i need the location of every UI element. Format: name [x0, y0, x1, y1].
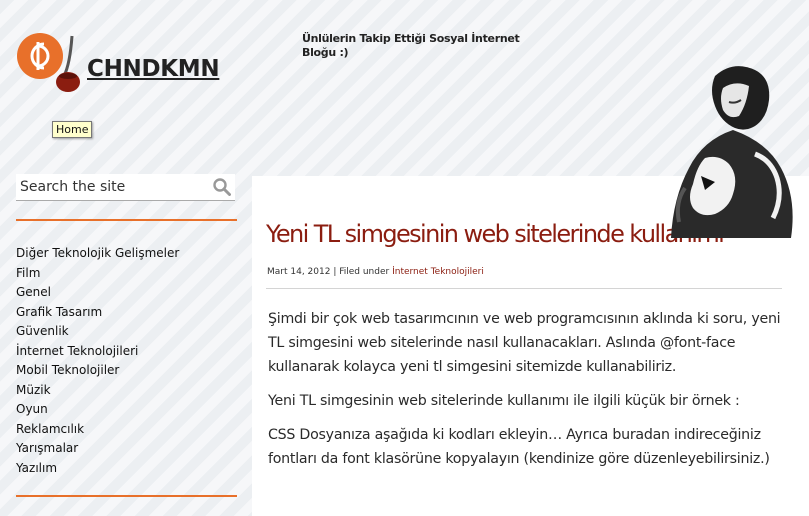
- search-box: [16, 174, 235, 201]
- sidebar-divider-bottom: [16, 495, 237, 497]
- category-item[interactable]: İnternet Teknolojileri: [16, 342, 179, 362]
- site-tagline: Ünlülerin Takip Ettiği Sosyal İnternet B…: [302, 32, 520, 59]
- post-paragraph: Şimdi bir çok web tasarımcının ve web pr…: [268, 311, 781, 375]
- category-item[interactable]: Yazılım: [16, 459, 179, 479]
- category-item[interactable]: Yarışmalar: [16, 439, 179, 459]
- category-item[interactable]: Mobil Teknolojiler: [16, 361, 179, 381]
- sidebar-divider-top: [16, 219, 237, 221]
- search-input[interactable]: [20, 177, 205, 197]
- meta-divider: [266, 288, 782, 289]
- post-meta: Mart 14, 2012 | Filed under İnternet Tek…: [267, 267, 484, 277]
- category-item[interactable]: Grafik Tasarım: [16, 303, 179, 323]
- header-person-illustration: [671, 66, 793, 238]
- search-icon[interactable]: [213, 178, 231, 196]
- site-logo[interactable]: CHNDKMN: [16, 30, 220, 100]
- category-item[interactable]: Diğer Teknolojik Gelişmeler: [16, 244, 179, 264]
- post-body: Şimdi bir çok web tasarımcının ve web pr…: [268, 307, 788, 481]
- category-item[interactable]: Müzik: [16, 381, 179, 401]
- filed-under-label: | Filed under: [333, 267, 390, 277]
- home-tooltip: Home: [52, 121, 93, 138]
- category-item[interactable]: Genel: [16, 283, 179, 303]
- category-item[interactable]: Film: [16, 264, 179, 284]
- post-paragraph: CSS Dosyanıza aşağıda ki kodları ekleyin…: [268, 427, 770, 467]
- post-paragraph: Yeni TL simgesinin web sitelerinde kulla…: [268, 393, 740, 409]
- category-item[interactable]: Güvenlik: [16, 322, 179, 342]
- logo-text[interactable]: CHNDKMN: [87, 56, 220, 82]
- category-item[interactable]: Reklamcılık: [16, 420, 179, 440]
- category-item[interactable]: Oyun: [16, 400, 179, 420]
- post-date: Mart 14, 2012: [267, 267, 331, 277]
- category-list: Diğer Teknolojik Gelişmeler Film Genel G…: [16, 244, 179, 478]
- post-category-link[interactable]: İnternet Teknolojileri: [392, 267, 484, 277]
- logo-pipe-icon: [17, 33, 80, 92]
